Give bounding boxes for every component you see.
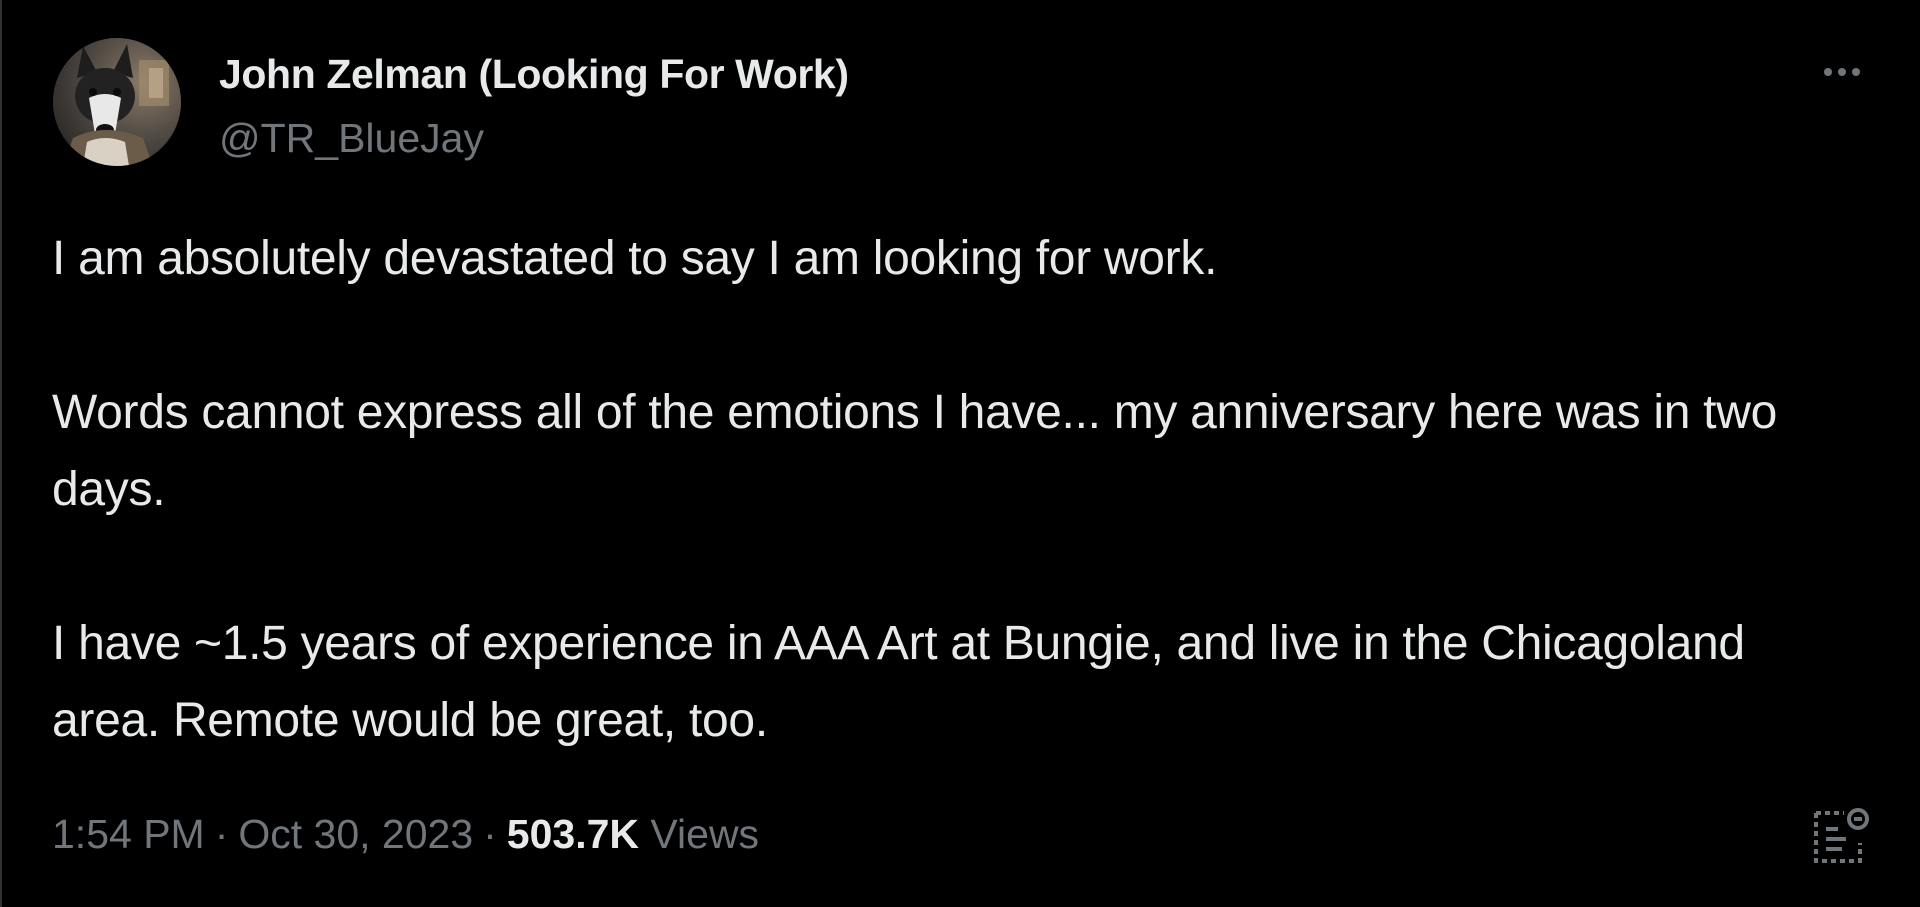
post-date[interactable]: Oct 30, 2023 bbox=[238, 811, 473, 857]
meta-separator: · bbox=[214, 811, 229, 857]
post-analytics-button[interactable] bbox=[1808, 803, 1872, 867]
author-avatar[interactable] bbox=[53, 38, 181, 166]
meta-separator: · bbox=[483, 811, 497, 857]
avatar-image bbox=[53, 38, 181, 166]
post-paragraph: I am absolutely devastated to say I am l… bbox=[52, 232, 1218, 285]
author-handle[interactable]: @TR_BlueJay bbox=[219, 110, 484, 166]
post-paragraph: Words cannot express all of the emotions… bbox=[52, 386, 1777, 516]
post-time[interactable]: 1:54 PM bbox=[52, 811, 205, 857]
post-metadata: 1:54 PM · Oct 30, 2023 · 503.7K Views bbox=[52, 806, 759, 862]
more-horizontal-icon bbox=[1824, 68, 1832, 76]
card-border bbox=[0, 0, 2, 907]
views-label: Views bbox=[650, 811, 760, 857]
post-text: I am absolutely devastated to say I am l… bbox=[52, 220, 1852, 759]
views-count: 503.7K bbox=[506, 811, 640, 857]
author-display-name[interactable]: John Zelman (Looking For Work) bbox=[219, 46, 849, 102]
post-paragraph: I have ~1.5 years of experience in AAA A… bbox=[52, 617, 1745, 747]
more-options-button[interactable] bbox=[1814, 54, 1870, 90]
post-analytics-icon bbox=[1814, 808, 1869, 863]
more-horizontal-icon-dot bbox=[1852, 68, 1860, 76]
post-card: John Zelman (Looking For Work) @TR_BlueJ… bbox=[0, 0, 1920, 907]
more-horizontal-icon-dot bbox=[1838, 68, 1846, 76]
